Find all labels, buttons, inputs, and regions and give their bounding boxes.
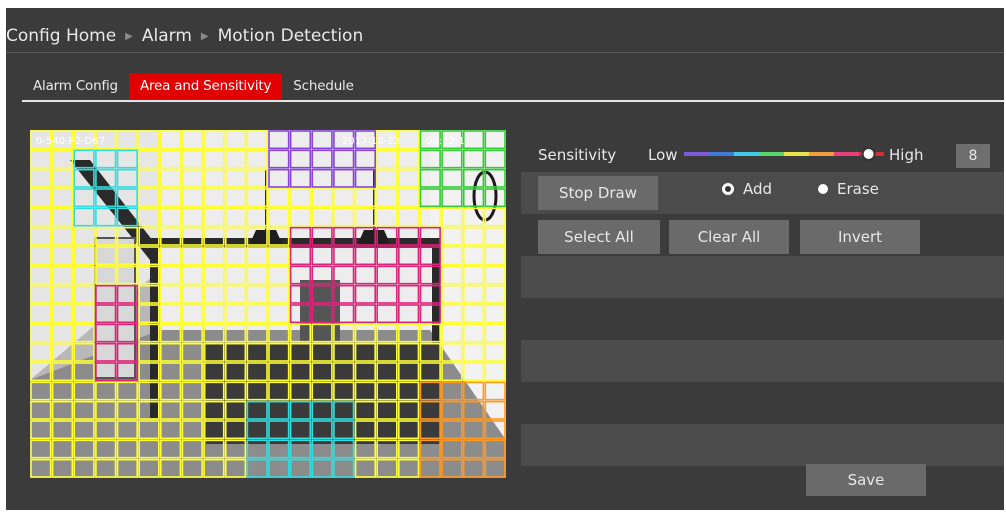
sensitivity-slider[interactable] bbox=[684, 147, 884, 161]
control-row-band bbox=[521, 256, 1004, 298]
slider-knob[interactable] bbox=[861, 147, 876, 161]
radio-unselected-icon bbox=[818, 184, 828, 194]
control-row-band bbox=[521, 424, 1004, 466]
slider-track-segment bbox=[809, 152, 834, 156]
back-wall bbox=[160, 130, 430, 330]
slider-track-segment bbox=[684, 152, 709, 156]
slider-track-segment bbox=[834, 152, 859, 156]
tab-area-and-sensitivity[interactable]: Area and Sensitivity bbox=[128, 73, 283, 100]
tab-bar: Alarm Config Area and Sensitivity Schedu… bbox=[22, 73, 365, 100]
osd-date: 2017-10-23 bbox=[342, 136, 400, 147]
radio-add-label: Add bbox=[743, 180, 773, 198]
motion-detection-config-app: Config Home ▶ Alarm ▶ Motion Detection A… bbox=[6, 8, 1004, 510]
tab-alarm-config[interactable]: Alarm Config bbox=[22, 73, 129, 100]
radio-erase[interactable]: Erase bbox=[818, 180, 879, 198]
breadcrumb-config-home[interactable]: Config Home bbox=[6, 26, 116, 46]
radio-selected-icon bbox=[722, 183, 734, 195]
slider-track-segment bbox=[734, 152, 759, 156]
select-all-button[interactable]: Select All bbox=[538, 220, 660, 254]
kitchen-counter bbox=[206, 344, 440, 444]
sensitivity-label: Sensitivity bbox=[538, 146, 617, 164]
header-divider bbox=[6, 52, 1004, 53]
sensitivity-low-label: Low bbox=[648, 146, 678, 164]
radio-add[interactable]: Add bbox=[722, 180, 772, 198]
breadcrumb-motion-detection: Motion Detection bbox=[217, 26, 364, 46]
camera-scene: 0-540-P2-D67 2017-10-23 09:23:1 bbox=[30, 130, 506, 478]
control-row-band bbox=[521, 340, 1004, 382]
slider-track-segment bbox=[759, 152, 784, 156]
camera-preview[interactable]: 0-540-P2-D67 2017-10-23 09:23:1 bbox=[30, 130, 506, 478]
breadcrumb-separator-icon: ▶ bbox=[125, 30, 133, 42]
tab-schedule[interactable]: Schedule bbox=[282, 73, 364, 100]
tab-underline bbox=[22, 100, 1004, 102]
slider-track-segment bbox=[784, 152, 809, 156]
breadcrumb: Config Home ▶ Alarm ▶ Motion Detection bbox=[6, 22, 363, 50]
breadcrumb-separator-icon: ▶ bbox=[200, 30, 209, 42]
osd-camera-label: 0-540-P2-D67 bbox=[36, 136, 105, 147]
breadcrumb-alarm[interactable]: Alarm bbox=[142, 26, 192, 46]
radio-erase-label: Erase bbox=[837, 180, 879, 198]
sensitivity-value: 8 bbox=[956, 144, 990, 168]
osd-time: 09:23:1 bbox=[426, 136, 465, 147]
stop-draw-button[interactable]: Stop Draw bbox=[538, 176, 658, 210]
slider-track-segment bbox=[709, 152, 734, 156]
save-button[interactable]: Save bbox=[806, 464, 926, 496]
clear-all-button[interactable]: Clear All bbox=[669, 220, 789, 254]
sensitivity-high-label: High bbox=[889, 146, 924, 164]
invert-button[interactable]: Invert bbox=[800, 220, 920, 254]
